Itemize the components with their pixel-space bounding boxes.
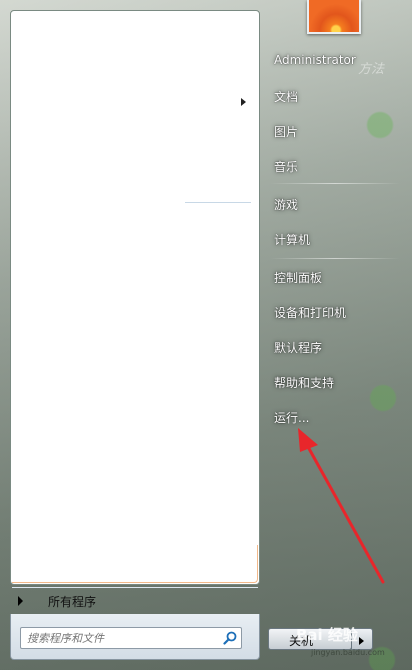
menu-item-control-panel[interactable]: 控制面板: [274, 269, 322, 286]
all-programs-separator: [12, 587, 258, 588]
menu-item-computer[interactable]: 计算机: [274, 231, 310, 248]
search-input[interactable]: [27, 629, 217, 647]
search-box[interactable]: [20, 627, 242, 649]
menu-item-run[interactable]: 运行...: [274, 409, 309, 426]
menu-item-administrator[interactable]: Administrator: [274, 53, 356, 67]
menu-separator: [270, 258, 400, 259]
user-avatar[interactable]: [307, 0, 361, 34]
menu-item-documents[interactable]: 文档: [274, 88, 298, 105]
shutdown-button[interactable]: 关机: [268, 628, 352, 650]
menu-item-help-support[interactable]: 帮助和支持: [274, 374, 334, 391]
all-programs-button[interactable]: 所有程序: [12, 590, 258, 612]
background-ghost-text: 方法: [358, 62, 385, 77]
all-programs-arrow-icon: [18, 596, 23, 606]
chevron-right-icon: [359, 637, 364, 645]
menu-item-games[interactable]: 游戏: [274, 196, 298, 213]
shutdown-label: 关机: [289, 634, 314, 648]
shutdown-options-button[interactable]: [351, 628, 373, 650]
menu-item-devices-printers[interactable]: 设备和打印机: [274, 304, 346, 321]
all-programs-label: 所有程序: [48, 595, 97, 609]
menu-item-pictures[interactable]: 图片: [274, 123, 298, 140]
submenu-arrow-icon[interactable]: [241, 98, 246, 106]
search-icon[interactable]: [223, 631, 237, 645]
menu-item-music[interactable]: 音乐: [274, 158, 298, 175]
menu-separator: [270, 183, 400, 184]
programs-separator: [185, 202, 251, 203]
programs-pane: [10, 10, 260, 585]
recent-programs-highlight: [12, 545, 258, 583]
menu-item-default-programs[interactable]: 默认程序: [274, 339, 322, 356]
